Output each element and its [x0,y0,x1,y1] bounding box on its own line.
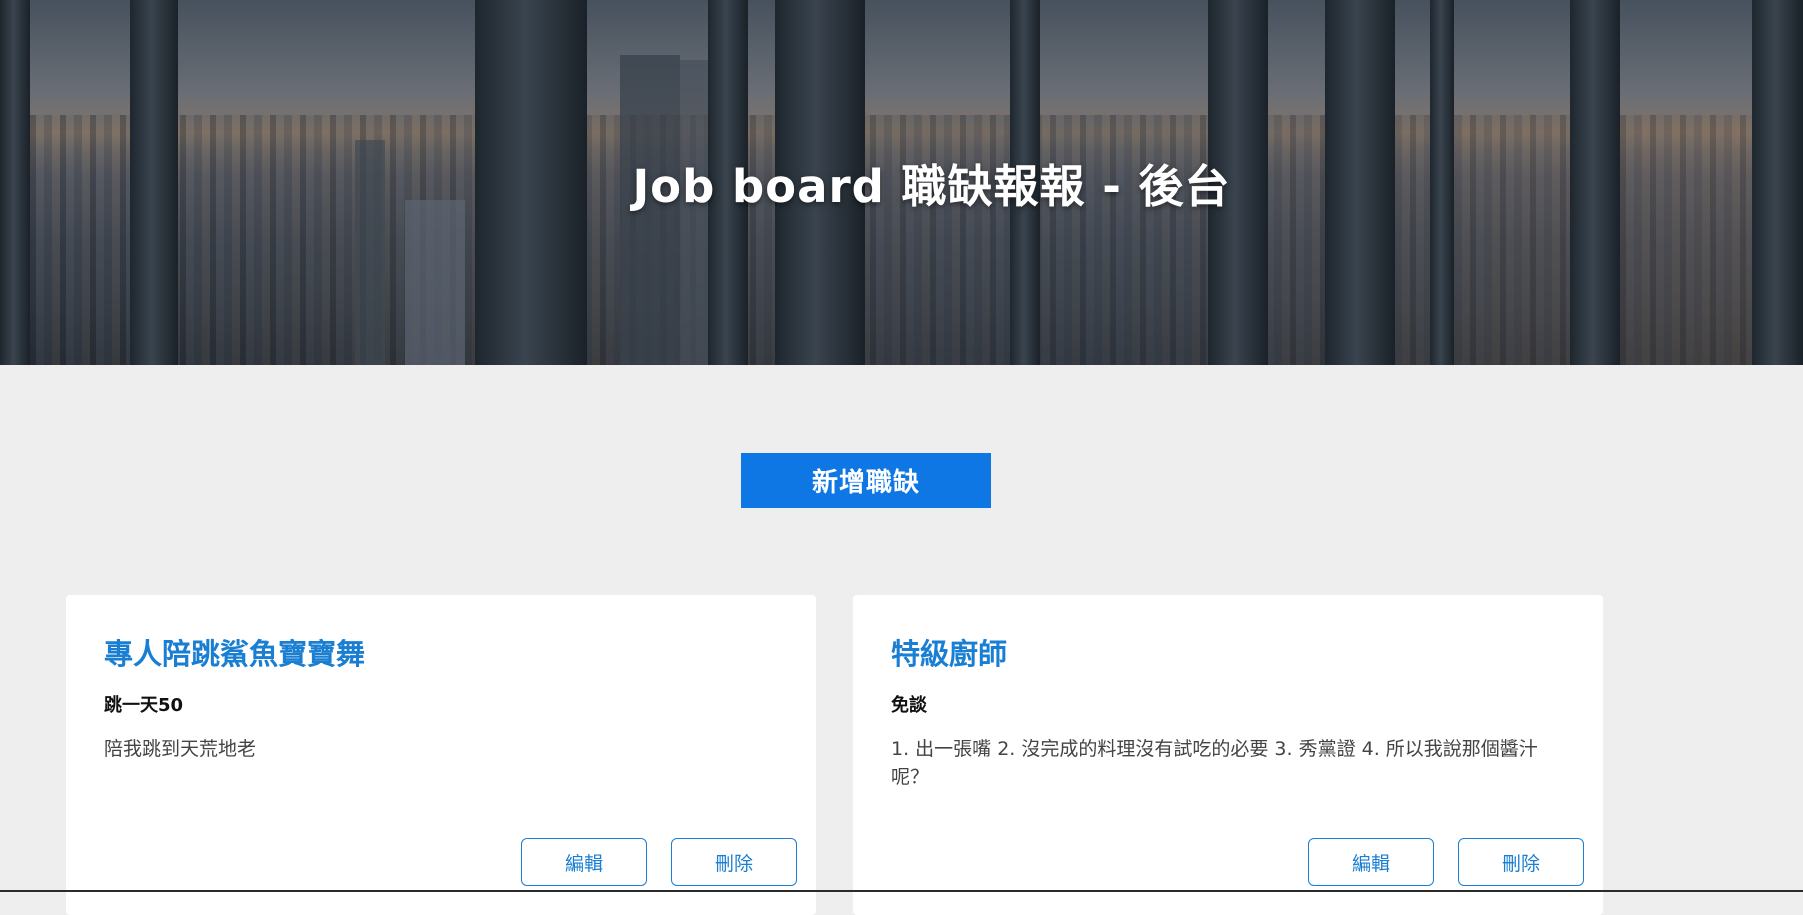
job-card: 專人陪跳鯊魚寶寶舞 跳一天50 陪我跳到天荒地老 編輯 刪除 [66,595,816,915]
job-title: 專人陪跳鯊魚寶寶舞 [104,637,366,671]
edit-job-button[interactable]: 編輯 [1308,838,1434,886]
job-card: 特級廚師 免談 1. 出一張嘴 2. 沒完成的料理沒有試吃的必要 3. 秀黨證 … [853,595,1603,915]
job-salary: 免談 [891,695,927,716]
delete-job-button[interactable]: 刪除 [671,838,797,886]
add-job-button[interactable]: 新增職缺 [741,453,991,508]
job-card-actions: 編輯 刪除 [1308,838,1584,886]
job-description: 陪我跳到天荒地老 [104,738,257,760]
job-card-actions: 編輯 刪除 [521,838,797,886]
job-title: 特級廚師 [891,637,1008,671]
delete-job-button[interactable]: 刪除 [1458,838,1584,886]
add-job-container: 新增職缺 [741,453,991,508]
hero-banner: Job board 職缺報報 - 後台 [0,0,1803,365]
job-salary: 跳一天50 [104,695,184,716]
edit-job-button[interactable]: 編輯 [521,838,647,886]
job-description: 1. 出一張嘴 2. 沒完成的料理沒有試吃的必要 3. 秀黨證 4. 所以我說那… [891,738,1538,788]
page-title: Job board 職缺報報 - 後台 [632,160,1231,213]
